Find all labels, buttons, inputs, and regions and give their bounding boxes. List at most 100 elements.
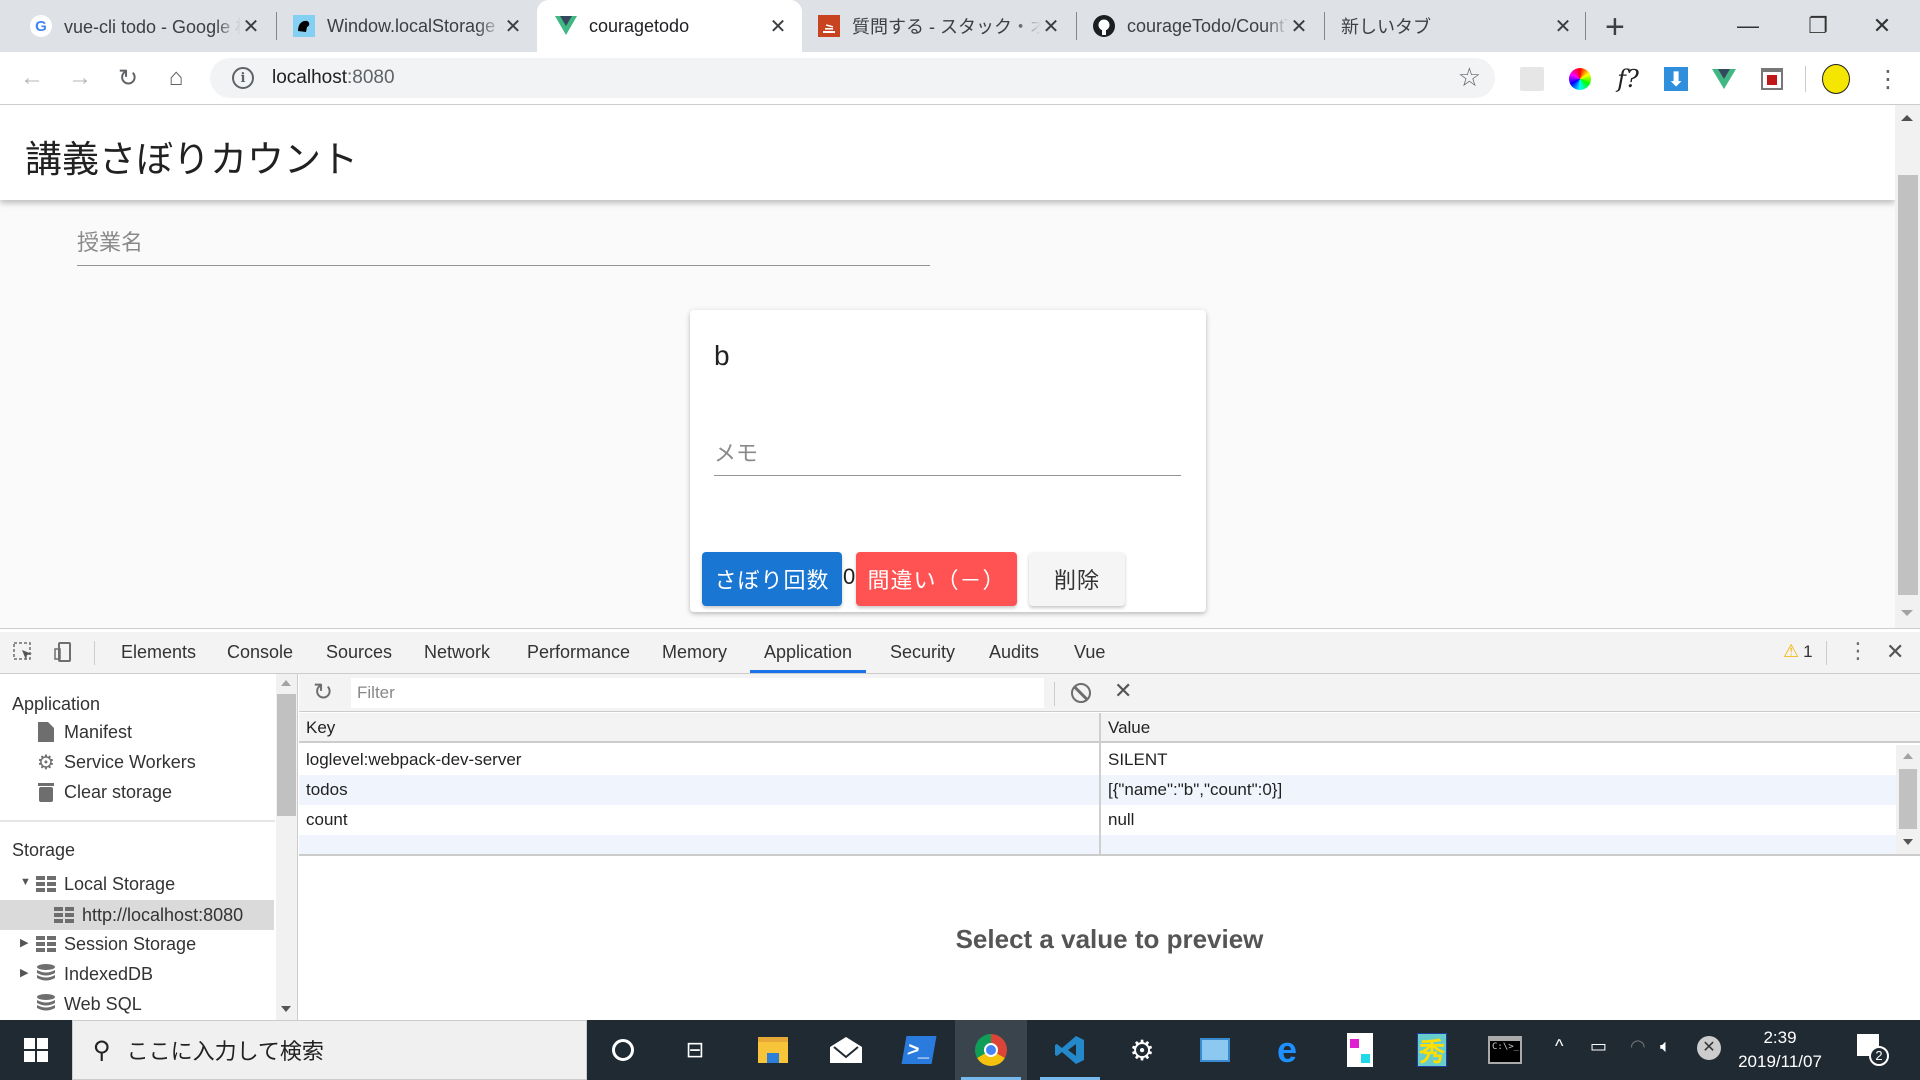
volume-icon[interactable]: 🔈︎ — [1660, 1036, 1671, 1057]
action-center-button[interactable]: 2 — [1855, 1032, 1889, 1068]
table-row[interactable]: count null — [299, 805, 1896, 835]
download-icon[interactable]: ⬇ — [1662, 65, 1690, 93]
devtools-tab-performance[interactable]: Performance — [513, 632, 644, 673]
taskbar-app-hidemaru[interactable]: 秀 — [1396, 1020, 1468, 1080]
refresh-icon[interactable]: ↻ — [313, 678, 333, 707]
color-picker-icon[interactable] — [1566, 65, 1594, 93]
tab-google-search[interactable]: G vue-cli todo - Google 検索 ✕ — [0, 0, 275, 52]
warning-counter[interactable]: ⚠ 1 — [1783, 641, 1813, 662]
address-bar[interactable]: i localhost:8080 ☆ — [210, 58, 1495, 98]
scroll-down-arrow-icon[interactable] — [281, 1006, 291, 1012]
taskbar-app-chrome[interactable] — [955, 1020, 1027, 1080]
tray-overflow-icon[interactable]: ^ — [1555, 1036, 1563, 1057]
tab-github[interactable]: courageTodo/CountTodo ✕ — [1077, 0, 1323, 52]
devtools-tab-elements[interactable]: Elements — [107, 632, 210, 673]
whatfont-icon[interactable]: f? — [1614, 65, 1642, 93]
devtools-close-icon[interactable]: ✕ — [1886, 639, 1904, 665]
sidebar-item-session-storage[interactable]: Session Storage — [36, 930, 196, 958]
close-icon[interactable]: ✕ — [241, 14, 261, 39]
filter-input[interactable] — [351, 678, 1044, 708]
devtools-tab-network[interactable]: Network — [410, 632, 504, 673]
profile-avatar[interactable] — [1822, 64, 1850, 94]
close-icon[interactable]: ✕ — [1289, 14, 1309, 39]
taskbar-app-cmd[interactable]: C:\>_ — [1469, 1020, 1541, 1080]
taskbar-app-settings[interactable]: ⚙ — [1106, 1020, 1178, 1080]
mcafee-icon[interactable] — [1758, 65, 1786, 93]
taskbar-app-edge[interactable]: e — [1251, 1020, 1323, 1080]
scroll-up-arrow-icon[interactable] — [1901, 115, 1913, 121]
table-row[interactable]: loglevel:webpack-dev-server SILENT — [299, 745, 1896, 775]
back-button[interactable]: ← — [16, 62, 48, 94]
expand-arrow-down-icon[interactable]: ▼ — [20, 876, 31, 888]
home-button[interactable]: ⌂ — [160, 62, 192, 94]
sidebar-item-indexeddb[interactable]: IndexedDB — [36, 960, 153, 988]
delete-selected-icon[interactable]: ✕ — [1114, 678, 1132, 704]
decrement-button[interactable]: 間違い（－） — [856, 552, 1017, 606]
scrollbar-thumb[interactable] — [1899, 769, 1917, 829]
tab-new-tab[interactable]: 新しいタブ ✕ — [1325, 0, 1587, 52]
page-scrollbar[interactable] — [1895, 105, 1920, 628]
sidebar-item-service-workers[interactable]: ⚙ Service Workers — [36, 748, 196, 776]
devtools-menu-icon[interactable]: ⋮ — [1847, 638, 1869, 664]
devtools-tab-console[interactable]: Console — [213, 632, 307, 673]
taskbar-app-explorer[interactable] — [737, 1020, 809, 1080]
sidebar-item-web-sql[interactable]: Web SQL — [36, 990, 142, 1018]
minimize-button[interactable]: — — [1718, 6, 1778, 46]
forward-button[interactable]: → — [64, 62, 96, 94]
close-icon[interactable]: ✕ — [1553, 14, 1573, 39]
devtools-tab-vue[interactable]: Vue — [1060, 632, 1119, 673]
scroll-down-arrow-icon[interactable] — [1901, 610, 1913, 616]
memo-input[interactable] — [714, 432, 1181, 476]
inspect-element-icon[interactable] — [12, 640, 36, 664]
clear-all-icon[interactable] — [1071, 683, 1091, 703]
battery-icon[interactable]: ▭ — [1590, 1036, 1607, 1057]
taskbar-app-notepad[interactable] — [1324, 1020, 1396, 1080]
sidebar-scrollbar[interactable] — [276, 674, 297, 1021]
wifi-icon[interactable]: ◠ — [1630, 1036, 1646, 1057]
sidebar-item-local-storage[interactable]: Local Storage — [36, 870, 175, 898]
scroll-up-arrow-icon[interactable] — [281, 680, 291, 686]
column-divider[interactable] — [1099, 713, 1101, 854]
column-header-value[interactable]: Value — [1101, 713, 1920, 743]
close-icon[interactable]: ✕ — [1041, 14, 1061, 39]
close-icon[interactable]: ✕ — [768, 14, 788, 39]
network-error-icon[interactable]: ✕ — [1697, 1036, 1721, 1060]
taskbar-search-box[interactable]: ⚲ ここに入力して検索 — [72, 1020, 587, 1080]
delete-button[interactable]: 削除 — [1029, 552, 1125, 606]
cortana-button[interactable] — [587, 1020, 659, 1080]
tab-stackoverflow[interactable]: 質問する - スタック・オーバーフロー ✕ — [802, 0, 1075, 52]
new-tab-button[interactable]: + — [1605, 8, 1625, 47]
devtools-tab-sources[interactable]: Sources — [312, 632, 406, 673]
vue-devtools-icon[interactable] — [1710, 65, 1738, 93]
expand-arrow-right-icon[interactable]: ▶ — [20, 966, 28, 979]
expand-arrow-right-icon[interactable]: ▶ — [20, 936, 28, 949]
taskbar-app-mail[interactable] — [810, 1020, 882, 1080]
sidebar-item-localhost-8080[interactable]: http://localhost:8080 — [0, 900, 274, 930]
start-button[interactable] — [0, 1020, 72, 1080]
devtools-tab-audits[interactable]: Audits — [975, 632, 1053, 673]
devtools-tab-memory[interactable]: Memory — [648, 632, 741, 673]
system-clock[interactable]: 2:39 2019/11/07 — [1725, 1026, 1835, 1074]
sidebar-item-clear-storage[interactable]: Clear storage — [36, 778, 172, 806]
devtools-tab-application[interactable]: Application — [750, 632, 867, 673]
chrome-menu-icon[interactable]: ⋮ — [1874, 65, 1902, 93]
lecture-name-input[interactable] — [77, 220, 930, 266]
device-toolbar-icon[interactable] — [52, 640, 76, 664]
sidebar-item-manifest[interactable]: Manifest — [36, 718, 132, 746]
taskbar-app-powershell[interactable]: >_ — [883, 1020, 955, 1080]
bookmark-star-icon[interactable]: ☆ — [1458, 62, 1481, 93]
table-row[interactable]: todos [{"name":"b","count":0}] — [299, 775, 1896, 805]
scrollbar-thumb[interactable] — [277, 694, 296, 816]
table-row-empty[interactable] — [299, 835, 1896, 854]
scrollbar-thumb[interactable] — [1898, 175, 1918, 595]
close-icon[interactable]: ✕ — [503, 14, 523, 39]
scroll-up-arrow-icon[interactable] — [1903, 753, 1913, 759]
skip-count-button[interactable]: さぼり回数 — [702, 552, 842, 606]
react-devtools-icon[interactable] — [1518, 65, 1546, 93]
table-scrollbar[interactable] — [1896, 745, 1920, 854]
tab-couragetodo[interactable]: couragetodo ✕ — [537, 0, 802, 52]
window-close-button[interactable]: ✕ — [1852, 6, 1912, 46]
task-view-button[interactable]: ⊟ — [659, 1020, 731, 1080]
info-icon[interactable]: i — [232, 67, 254, 89]
taskbar-app-control-panel[interactable] — [1179, 1020, 1251, 1080]
